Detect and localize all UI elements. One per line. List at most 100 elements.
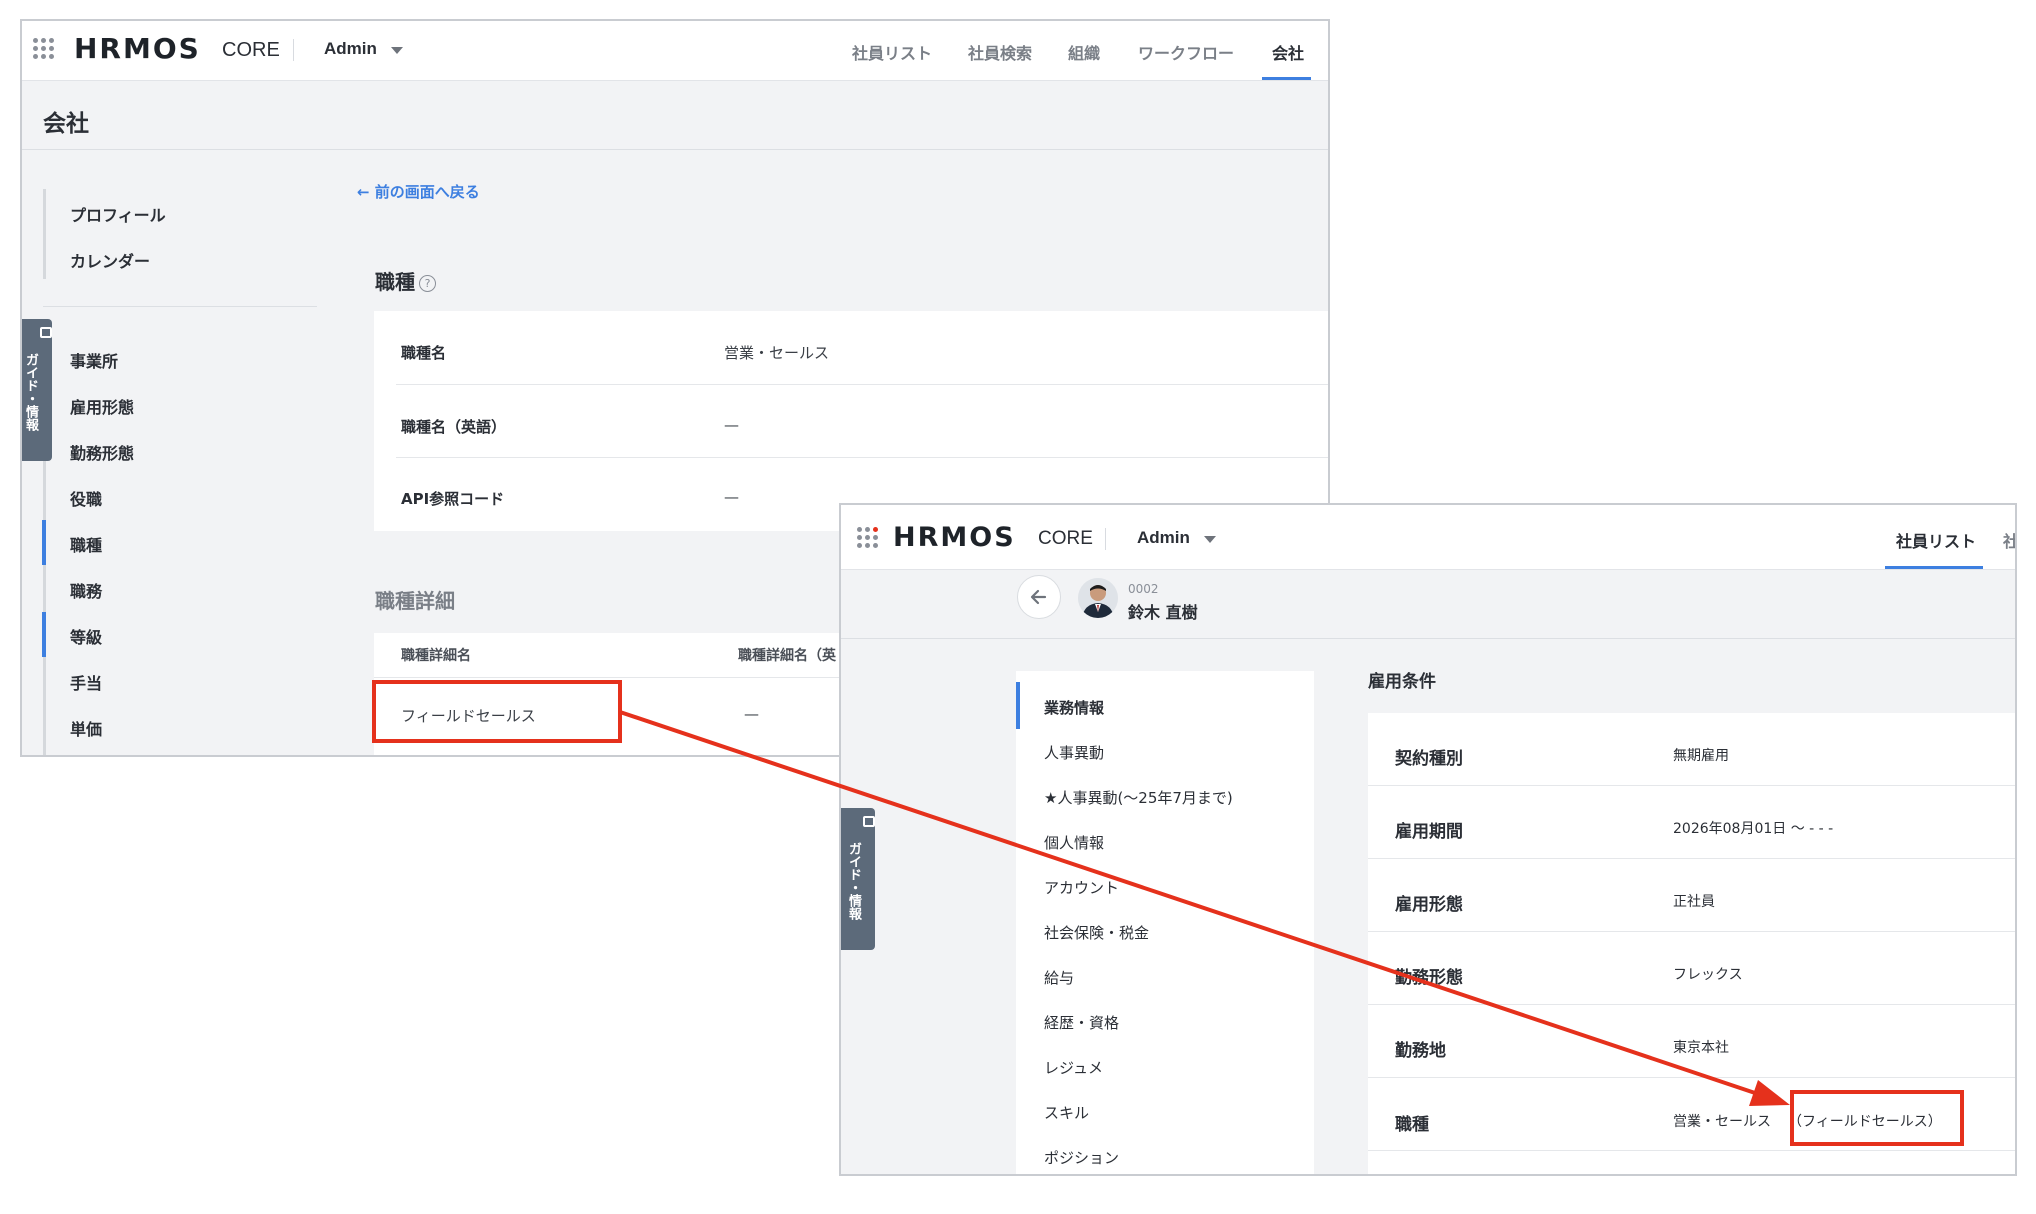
employee-number: 0002 [1128,582,1159,596]
arrow-left-icon [1030,589,1047,605]
sidebar-item-work-style[interactable]: 勤務形態 [70,440,134,464]
field-label: 雇用形態 [1395,895,1463,915]
menu-item-career-qualifications[interactable]: 経歴・資格 [1044,1012,1119,1033]
field-label: 契約種別 [1395,749,1463,769]
field-label: 雇用期間 [1395,822,1463,842]
help-icon[interactable]: ? [419,275,436,292]
sidebar-active-marker [42,520,46,565]
field-value: 営業・セールス [1673,1114,1771,1130]
sidebar-item-office[interactable]: 事業所 [70,348,118,372]
employee-menu: 業務情報 人事異動 ★人事異動(〜25年7月まで) 個人情報 アカウント 社会保… [1016,671,1314,1174]
sidebar-item-job-type[interactable]: 職種 [70,532,102,556]
menu-item-insurance-tax[interactable]: 社会保険・税金 [1044,922,1149,943]
chevron-down-icon[interactable] [391,47,403,54]
section-title-job-detail: 職種詳細 [375,589,455,613]
guide-info-tab[interactable]: ガイド・情報 [22,319,52,461]
guide-info-tab[interactable]: ガイド・情報 [841,808,875,950]
sidebar-item-employment-type[interactable]: 雇用形態 [70,394,134,418]
highlight-box [372,680,622,743]
guide-tab-label: ガイド・情報 [23,353,38,431]
app-grid-icon[interactable] [33,38,55,60]
menu-item-personnel-transfer[interactable]: 人事異動 [1044,742,1104,763]
logo-core-text: CORE [1038,528,1093,549]
nav-employee-list[interactable]: 社員リスト [852,40,932,64]
menu-item-personal-info[interactable]: 個人情報 [1044,832,1104,853]
row-divider [1368,858,2015,859]
highlight-box [1790,1090,1964,1146]
nav-workflow[interactable]: ワークフロー [1138,40,1234,64]
menu-item-skills[interactable]: スキル [1044,1102,1089,1123]
field-value: 2026年08月01日 〜 - - - [1673,821,1834,837]
row-divider [396,457,1328,458]
row-divider [396,384,1328,385]
field-value: — [724,416,739,434]
field-label: 職種名（英語） [401,418,507,436]
row-divider [1368,931,2015,932]
field-value: 東京本社 [1673,1040,1729,1056]
field-value: 無期雇用 [1673,748,1729,764]
feedback-icon [40,327,52,338]
sidebar-divider [43,306,317,307]
menu-item-resume[interactable]: レジュメ [1044,1057,1103,1078]
nav-active-underline [1885,566,1983,569]
field-label: 職種名 [401,344,447,362]
field-label: 職種 [1395,1115,1429,1135]
nav-organization[interactable]: 組織 [1068,40,1100,64]
field-value: 正社員 [1673,894,1715,910]
row-divider [1368,785,2015,786]
menu-item-position[interactable]: ポジション [1044,1147,1119,1168]
sidebar-item-unit-price[interactable]: 単価 [70,716,102,740]
hrmos-logo[interactable]: HRMOS [74,32,201,65]
page-title: 会社 [43,111,89,137]
app-grid-icon[interactable] [857,527,879,549]
sidebar-active-marker [42,612,46,657]
nav-next-partial[interactable]: 社 [2003,528,2015,552]
row-divider [1368,1150,2015,1151]
field-label: 勤務地 [1395,1041,1446,1061]
menu-item-work-info[interactable]: 業務情報 [1044,697,1104,718]
nav-company[interactable]: 会社 [1272,40,1304,64]
menu-item-salary[interactable]: 給与 [1044,967,1074,988]
table-header: 職種詳細名 [401,648,471,664]
sidebar-item-profile[interactable]: プロフィール [70,202,166,226]
nav-employee-search[interactable]: 社員検索 [968,40,1032,64]
field-label: 勤務形態 [1395,968,1463,988]
sidebar-item-duty[interactable]: 職務 [70,578,102,602]
table-cell: — [744,705,759,723]
job-type-card: 職種名 営業・セールス 職種名（英語） — API参照コード — [374,311,1328,531]
table-header: 職種詳細名（英 [738,648,836,664]
hrmos-logo[interactable]: HRMOS [893,522,1016,553]
guide-tab-label: ガイド・情報 [846,842,861,920]
section-title-job-type: 職種? [375,266,436,295]
nav-employee-list[interactable]: 社員リスト [1896,528,1976,552]
back-to-previous-link[interactable]: ← 前の画面へ戻る [357,181,480,202]
field-value: フレックス [1673,967,1743,983]
menu-active-marker [1016,682,1020,729]
field-label: API参照コード [401,490,505,508]
menu-item-personnel-transfer-legacy[interactable]: ★人事異動(〜25年7月まで) [1044,787,1233,808]
field-value: 営業・セールス [724,344,830,362]
sidebar-item-grade[interactable]: 等級 [70,624,102,648]
admin-dropdown[interactable]: Admin [324,39,377,59]
row-divider [1368,1077,2015,1078]
back-button[interactable] [1017,575,1061,619]
top-header: HRMOS CORE Admin 社員リスト 社 [841,505,2015,570]
logo-core-text: CORE [222,39,280,61]
sidebar-item-position[interactable]: 役職 [70,486,102,510]
feedback-icon [863,816,875,827]
admin-dropdown[interactable]: Admin [1137,528,1190,548]
sidebar-item-allowance[interactable]: 手当 [70,670,102,694]
sidebar-group-line [43,189,46,279]
top-header: HRMOS CORE Admin 社員リスト 社員検索 組織 ワークフロー 会社 [22,21,1328,81]
section-title-text: 職種 [375,270,415,294]
section-title-employment-terms: 雇用条件 [1368,672,1436,692]
row-divider [1368,1004,2015,1005]
sidebar-item-calendar[interactable]: カレンダー [70,248,150,272]
field-value: — [724,488,739,506]
header-divider [293,39,294,61]
chevron-down-icon[interactable] [1204,536,1216,543]
title-divider [22,149,1328,150]
profile-divider [841,638,2015,639]
menu-item-account[interactable]: アカウント [1044,877,1119,898]
avatar [1078,578,1118,618]
